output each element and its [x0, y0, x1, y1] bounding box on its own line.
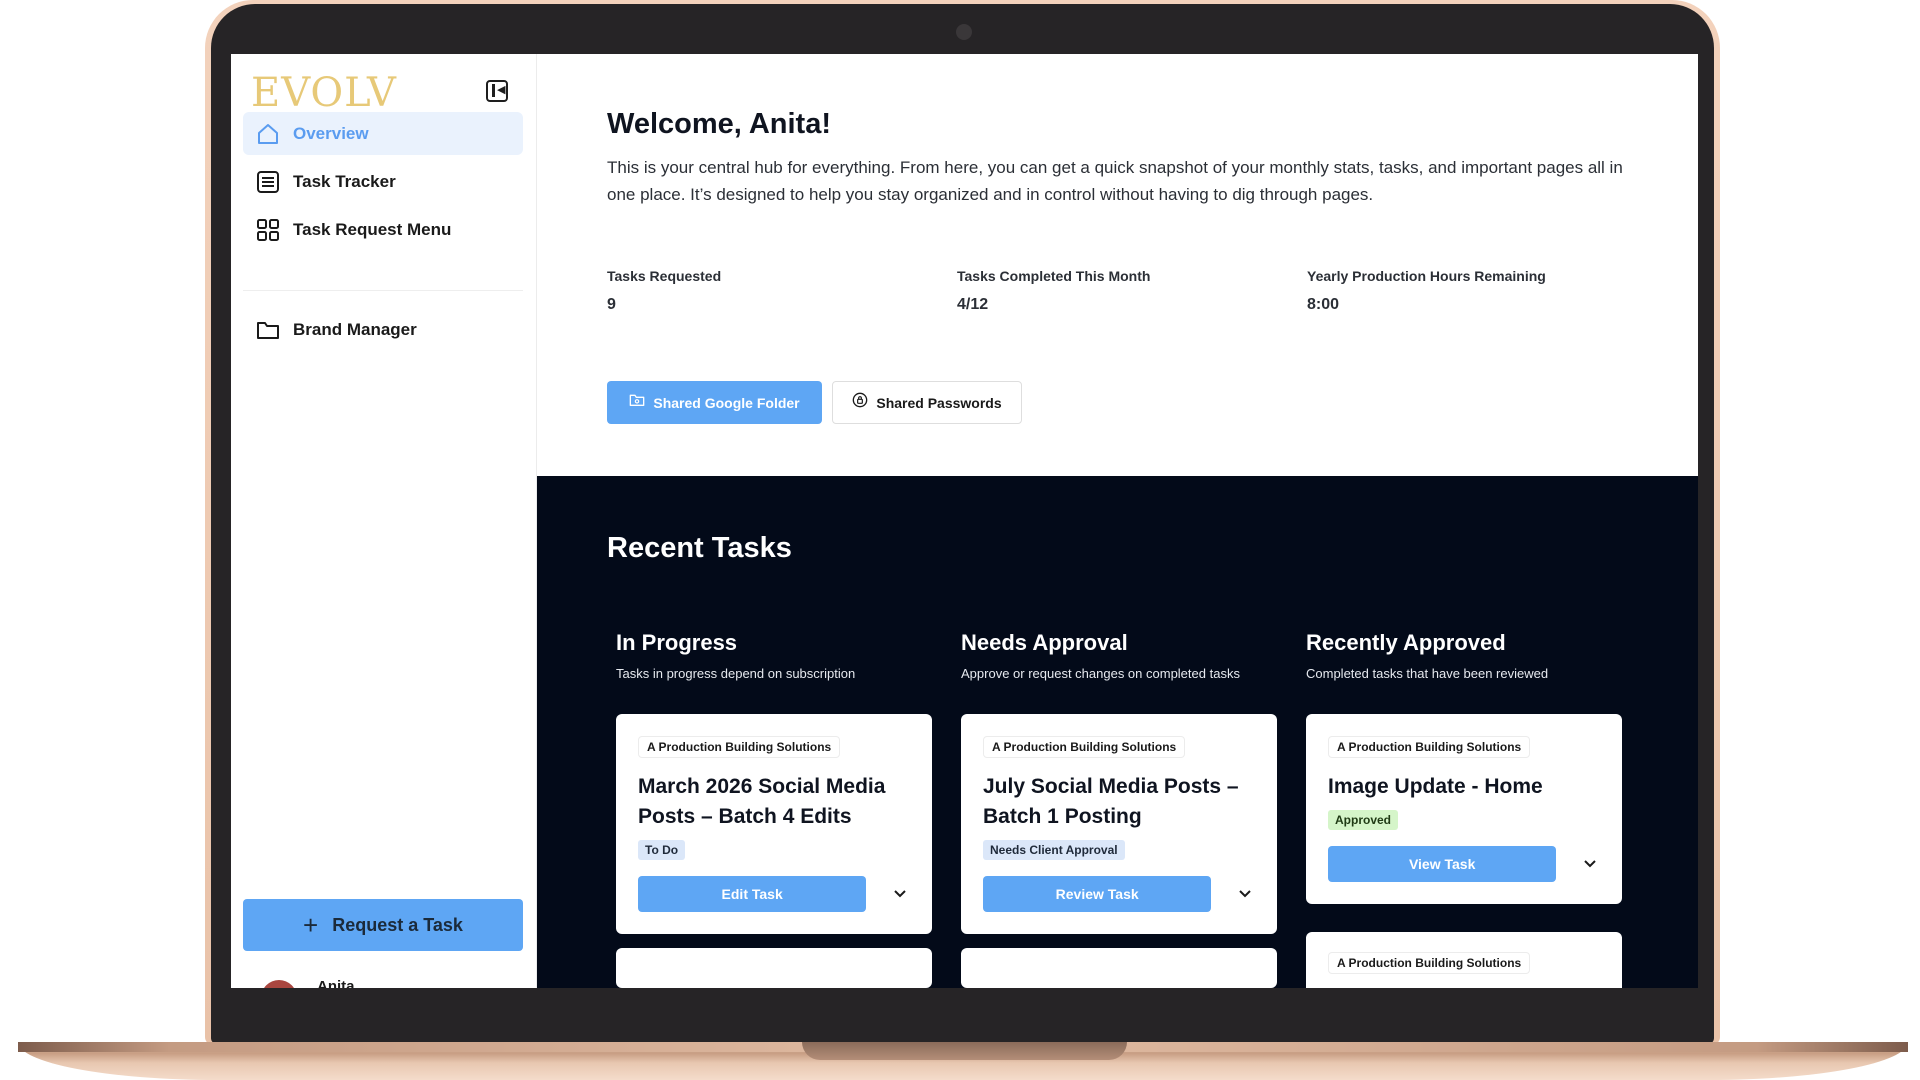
- page-title: Welcome, Anita!: [607, 108, 831, 140]
- plus-icon: +: [303, 910, 319, 940]
- column-subtitle: Tasks in progress depend on subscription: [616, 666, 856, 681]
- client-chip: A Production Building Solutions: [638, 736, 841, 758]
- main-content: Welcome, Anita! This is your central hub…: [537, 54, 1698, 988]
- request-task-label: Request a Task: [332, 914, 463, 935]
- stat-label: Tasks Requested: [607, 268, 722, 284]
- user-profile[interactable]: Anita: [261, 978, 521, 988]
- shared-passwords-label: Shared Passwords: [876, 394, 1002, 411]
- stat-hours-remaining: Yearly Production Hours Remaining 8:00: [1307, 268, 1546, 314]
- review-task-button[interactable]: Review Task: [983, 876, 1212, 912]
- sidebar-item-overview[interactable]: Overview: [243, 112, 523, 155]
- column-title: Recently Approved: [1306, 630, 1506, 655]
- client-chip: A Production Building Solutions: [983, 736, 1186, 758]
- client-chip: A Production Building Solutions: [1328, 952, 1531, 974]
- column-title: In Progress: [616, 630, 738, 655]
- stat-value: 8:00: [1307, 296, 1340, 313]
- task-card-partial[interactable]: [616, 948, 932, 988]
- sidebar-item-brand-manager[interactable]: Brand Manager: [243, 308, 523, 351]
- collapse-sidebar-icon[interactable]: ◀: [486, 80, 508, 102]
- intro-text: This is your central hub for everything.…: [607, 158, 1623, 204]
- status-badge: Needs Client Approval: [983, 840, 1125, 860]
- grid-icon: [255, 217, 281, 243]
- sidebar-divider: [243, 290, 523, 291]
- app-screen: EVOLV ◀ Overview Task Tracker Task Reque…: [231, 54, 1698, 988]
- status-badge: Approved: [1328, 810, 1399, 830]
- laptop-notch: [802, 1042, 1127, 1060]
- column-recently-approved: Recently Approved Completed tasks that h…: [1306, 630, 1622, 988]
- stat-value: 4/12: [957, 296, 989, 313]
- webcam: [956, 24, 972, 40]
- chevron-down-icon[interactable]: [890, 884, 910, 904]
- task-card-partial[interactable]: [961, 948, 1277, 988]
- sidebar-item-label: Brand Manager: [293, 319, 417, 339]
- column-subtitle: Completed tasks that have been reviewed: [1306, 666, 1549, 681]
- brand-logo[interactable]: EVOLV: [251, 70, 397, 116]
- shared-google-folder-label: Shared Google Folder: [653, 394, 800, 411]
- password-icon: [852, 392, 868, 413]
- column-in-progress: In Progress Tasks in progress depend on …: [616, 630, 932, 988]
- task-card[interactable]: A Production Building Solutions March 20…: [616, 714, 932, 934]
- client-chip: A Production Building Solutions: [1328, 736, 1531, 758]
- edit-task-button[interactable]: Edit Task: [638, 876, 867, 912]
- chevron-down-icon[interactable]: [1235, 884, 1255, 904]
- stat-tasks-completed: Tasks Completed This Month 4/12: [957, 268, 1150, 314]
- chevron-down-icon[interactable]: [1580, 854, 1600, 874]
- task-title: March 2026 Social Media Posts – Batch 4 …: [638, 775, 886, 828]
- task-title: Image Update - Home: [1328, 775, 1543, 798]
- shared-google-folder-button[interactable]: Shared Google Folder: [607, 381, 822, 424]
- task-card[interactable]: A Production Building Solutions July Soc…: [961, 714, 1277, 934]
- recent-tasks-section: Recent Tasks In Progress Tasks in progre…: [537, 476, 1698, 988]
- user-name: Anita: [317, 978, 355, 988]
- request-task-button[interactable]: + Request a Task: [243, 899, 523, 951]
- task-title: July Social Media Posts – Batch 1 Postin…: [983, 775, 1239, 828]
- sidebar-item-label: Task Tracker: [293, 171, 396, 191]
- home-icon: [255, 121, 281, 147]
- shared-passwords-button[interactable]: Shared Passwords: [832, 381, 1022, 424]
- view-task-button[interactable]: View Task: [1328, 846, 1557, 882]
- stat-label: Yearly Production Hours Remaining: [1307, 268, 1546, 284]
- stat-label: Tasks Completed This Month: [957, 268, 1151, 284]
- status-badge: To Do: [638, 840, 686, 860]
- recent-tasks-title: Recent Tasks: [607, 532, 792, 564]
- column-title: Needs Approval: [961, 630, 1128, 655]
- column-needs-approval: Needs Approval Approve or request change…: [961, 630, 1277, 988]
- folder-icon: [629, 392, 645, 413]
- task-card-partial[interactable]: A Production Building Solutions: [1306, 932, 1622, 988]
- list-icon: [255, 169, 281, 195]
- sidebar-item-label: Overview: [293, 123, 369, 143]
- column-subtitle: Approve or request changes on completed …: [961, 666, 1240, 681]
- stat-value: 9: [607, 296, 616, 313]
- sidebar-item-task-request-menu[interactable]: Task Request Menu: [243, 208, 523, 251]
- stat-tasks-requested: Tasks Requested 9: [607, 268, 721, 314]
- folder-icon: [255, 317, 281, 343]
- sidebar-item-label: Task Request Menu: [293, 219, 452, 239]
- sidebar: EVOLV ◀ Overview Task Tracker Task Reque…: [231, 54, 537, 988]
- sidebar-item-task-tracker[interactable]: Task Tracker: [243, 160, 523, 203]
- task-card[interactable]: A Production Building Solutions Image Up…: [1306, 714, 1622, 904]
- avatar: [261, 980, 297, 988]
